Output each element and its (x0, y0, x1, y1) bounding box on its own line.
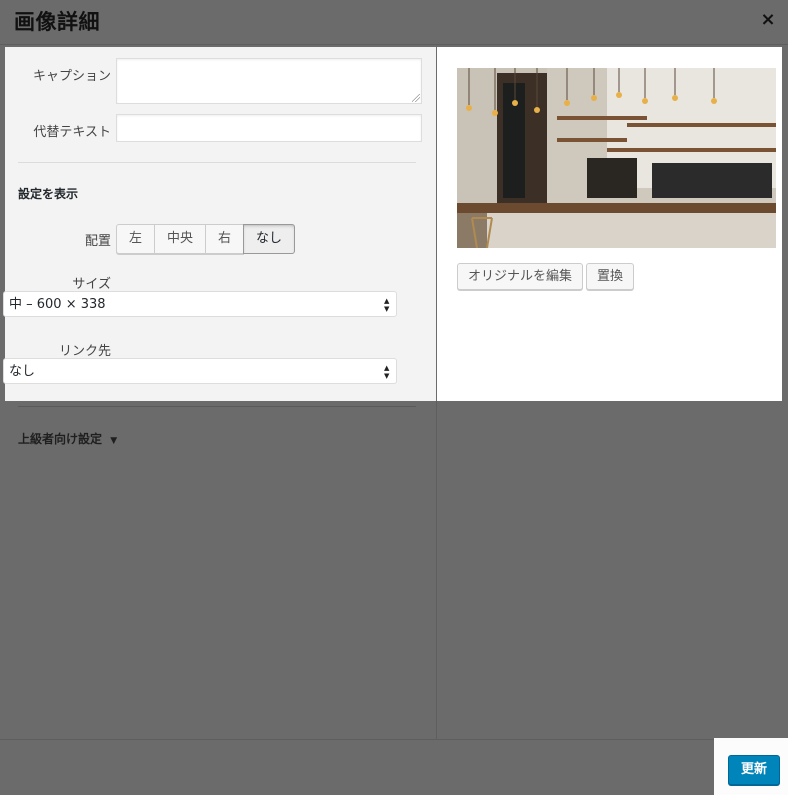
size-select[interactable]: 中 – 600 × 338 ▲ ▼ (3, 291, 397, 317)
caption-textarea[interactable] (116, 58, 422, 104)
replace-button[interactable]: 置換 (586, 263, 635, 290)
header-divider (0, 44, 788, 45)
resize-grip-icon[interactable] (412, 94, 420, 102)
link-select-value: なし (9, 364, 36, 379)
align-none-button[interactable]: なし (243, 224, 296, 254)
size-select-value: 中 – 600 × 338 (9, 297, 106, 312)
alignment-label: 配置 (84, 234, 111, 249)
cafe-photo (457, 68, 776, 248)
update-button[interactable]: 更新 (728, 755, 780, 785)
align-center-button[interactable]: 中央 (154, 224, 207, 254)
size-label: サイズ (72, 277, 111, 292)
link-to-select[interactable]: なし ▲ ▼ (3, 358, 397, 384)
caret-down-icon: ▼ (110, 436, 118, 446)
cafe-image-thumbnail (457, 68, 776, 248)
advanced-divider (18, 406, 416, 407)
align-left-button[interactable]: 左 (116, 224, 156, 254)
settings-divider (18, 162, 416, 163)
alt-text-label: 代替テキスト (33, 125, 111, 140)
link-to-label: リンク先 (58, 344, 111, 359)
modal-title: 画像詳細 (14, 10, 100, 34)
alt-text-input[interactable] (116, 114, 422, 142)
alignment-button-group: 左 中央 右 なし (116, 224, 296, 254)
display-settings-heading: 設定を表示 (18, 187, 79, 201)
select-arrows-icon: ▲ ▼ (384, 297, 390, 313)
caption-label: キャプション (32, 69, 111, 84)
align-right-button[interactable]: 右 (205, 224, 245, 254)
attachment-settings-panel: キャプション 代替テキスト 設定を表示 配置 左 中央 右 なし サイズ 中 –… (3, 47, 436, 401)
footer-divider (0, 739, 788, 740)
edit-original-button[interactable]: オリジナルを編集 (457, 263, 584, 290)
select-arrows-icon: ▲ ▼ (384, 364, 390, 380)
image-preview-panel: オリジナルを編集 置換 (437, 47, 782, 401)
advanced-settings-toggle[interactable]: 上級者向け設定 ▼ (18, 430, 117, 447)
column-divider (436, 401, 437, 739)
close-icon[interactable]: × (758, 10, 778, 30)
advanced-settings-label: 上級者向け設定 (18, 432, 103, 446)
